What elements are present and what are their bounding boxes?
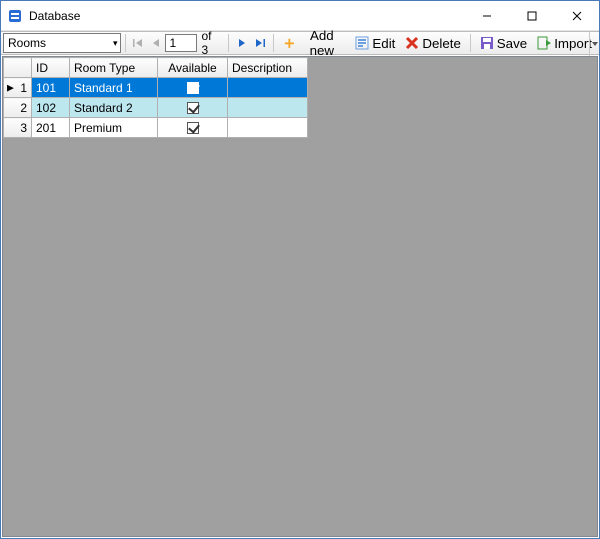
save-button[interactable]: Save xyxy=(475,33,532,53)
cell-description[interactable] xyxy=(228,118,308,138)
delete-button[interactable]: Delete xyxy=(400,33,466,53)
current-row-indicator-icon: ▶ xyxy=(7,82,14,93)
edit-label: Edit xyxy=(372,36,395,51)
record-position-input[interactable] xyxy=(165,34,197,52)
delete-icon xyxy=(405,36,419,50)
import-label: Import xyxy=(554,36,592,51)
cell-room-type[interactable]: Premium xyxy=(70,118,158,138)
table-row[interactable]: 3 201 Premium xyxy=(4,118,308,138)
minimize-button[interactable] xyxy=(464,1,509,31)
window-title: Database xyxy=(29,9,80,23)
cell-id[interactable]: 101 xyxy=(32,78,70,98)
cell-description[interactable] xyxy=(228,98,308,118)
row-header[interactable]: 2 xyxy=(4,98,32,118)
delete-label: Delete xyxy=(422,36,461,51)
grid-corner[interactable] xyxy=(4,58,32,78)
row-number: 3 xyxy=(20,121,27,135)
column-header-id[interactable]: ID xyxy=(32,58,70,78)
table-row[interactable]: ▶ 1 101 Standard 1 xyxy=(4,78,308,98)
separator xyxy=(273,34,274,52)
cell-available[interactable] xyxy=(158,78,228,98)
database-window: Database Rooms ▾ of 3 xyxy=(0,0,600,539)
separator xyxy=(125,34,126,52)
nav-first-button[interactable] xyxy=(129,33,147,53)
row-number: 2 xyxy=(20,101,27,115)
nav-last-icon xyxy=(255,36,265,51)
nav-first-icon xyxy=(133,36,143,51)
nav-next-button[interactable] xyxy=(233,33,251,53)
toolbar-overflow-button[interactable] xyxy=(589,32,599,56)
plus-icon xyxy=(283,36,296,50)
app-icon xyxy=(7,8,23,24)
nav-prev-button[interactable] xyxy=(147,33,165,53)
row-number: 1 xyxy=(20,81,27,95)
cell-available[interactable] xyxy=(158,98,228,118)
cell-id[interactable]: 201 xyxy=(32,118,70,138)
nav-prev-icon xyxy=(152,36,160,51)
table-row[interactable]: 2 102 Standard 2 xyxy=(4,98,308,118)
maximize-button[interactable] xyxy=(509,1,554,31)
titlebar: Database xyxy=(1,1,599,31)
column-header-description[interactable]: Description xyxy=(228,58,308,78)
row-header[interactable]: 3 xyxy=(4,118,32,138)
dropdown-icon: ▾ xyxy=(113,38,118,49)
table-select-combo[interactable]: Rooms ▾ xyxy=(3,33,121,53)
edit-icon xyxy=(355,36,369,50)
toolbar: Rooms ▾ of 3 Add new Edit D xyxy=(1,31,599,55)
separator xyxy=(470,34,471,52)
close-button[interactable] xyxy=(554,1,599,31)
save-label: Save xyxy=(497,36,527,51)
column-header-room-type[interactable]: Room Type xyxy=(70,58,158,78)
cell-room-type[interactable]: Standard 1 xyxy=(70,78,158,98)
data-grid[interactable]: ID Room Type Available Description ▶ 1 1… xyxy=(3,57,308,138)
column-header-available[interactable]: Available xyxy=(158,58,228,78)
import-button[interactable]: Import xyxy=(532,33,597,53)
edit-button[interactable]: Edit xyxy=(350,33,400,53)
row-header[interactable]: ▶ 1 xyxy=(4,78,32,98)
add-new-label: Add new xyxy=(298,28,345,58)
table-select-value: Rooms xyxy=(8,36,113,50)
checkbox-icon xyxy=(187,102,199,114)
nav-last-button[interactable] xyxy=(251,33,269,53)
checkbox-icon xyxy=(187,82,199,94)
record-count-label: of 3 xyxy=(201,29,219,57)
cell-available[interactable] xyxy=(158,118,228,138)
cell-room-type[interactable]: Standard 2 xyxy=(70,98,158,118)
grid-body: ▶ 1 101 Standard 1 2 102 Standard 2 xyxy=(4,78,308,138)
import-icon xyxy=(537,36,551,50)
cell-description[interactable] xyxy=(228,78,308,98)
save-icon xyxy=(480,36,494,50)
separator xyxy=(228,34,229,52)
nav-next-icon xyxy=(238,36,246,51)
checkbox-icon xyxy=(187,122,199,134)
add-new-button[interactable]: Add new xyxy=(278,33,351,53)
cell-id[interactable]: 102 xyxy=(32,98,70,118)
content-area: ID Room Type Available Description ▶ 1 1… xyxy=(2,56,598,537)
